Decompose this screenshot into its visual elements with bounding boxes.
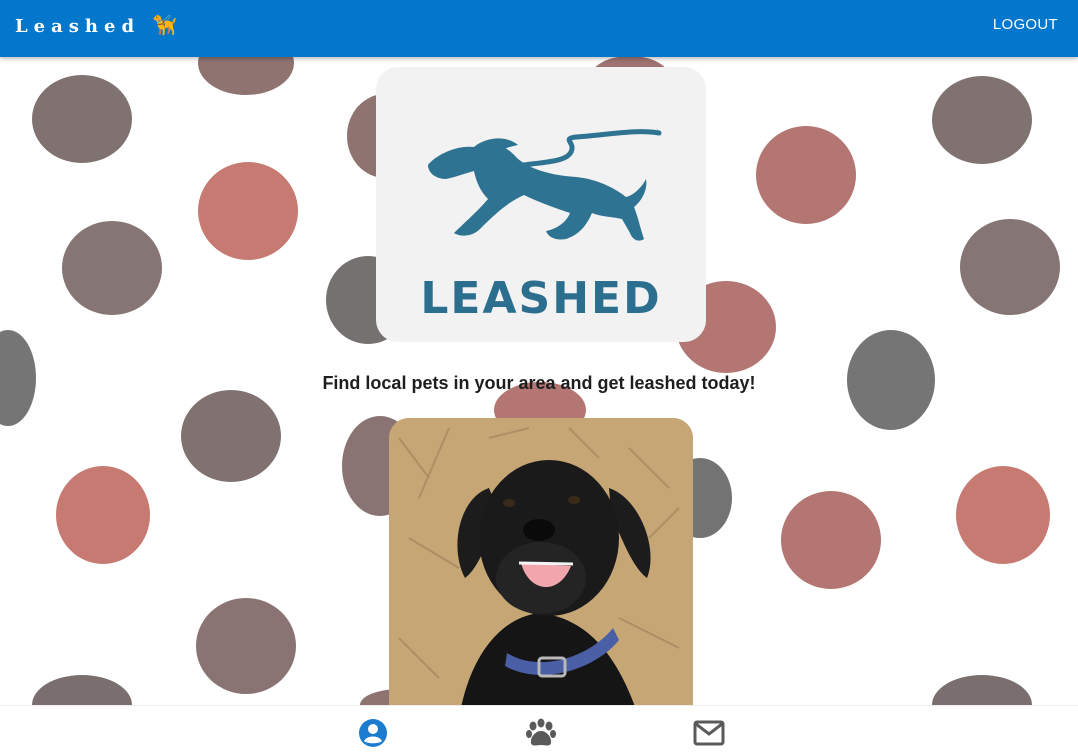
nav-pets-button[interactable] [521,716,561,750]
mail-icon [693,720,725,746]
nav-messages-button[interactable] [689,716,729,750]
logo-card: LEASHED [376,67,706,342]
profile-icon [359,719,387,747]
leashed-dog-logo-icon [428,127,662,241]
dog-on-leash-icon: 🦮 [152,15,177,37]
logout-button[interactable]: LOGOUT [993,16,1058,33]
tagline: Find local pets in your area and get lea… [322,373,756,393]
paw-icon [526,718,556,746]
brand[interactable]: Leashed 🦮 [15,13,177,39]
dog-photo [389,418,693,718]
logo-wordmark: LEASHED [420,273,662,324]
dog-photo-illustration [389,418,693,718]
app-bar: Leashed 🦮 LOGOUT [0,0,1078,57]
brand-title: Leashed [15,15,141,37]
nav-profile-button[interactable] [353,716,393,750]
bottom-navigation [0,705,1078,756]
